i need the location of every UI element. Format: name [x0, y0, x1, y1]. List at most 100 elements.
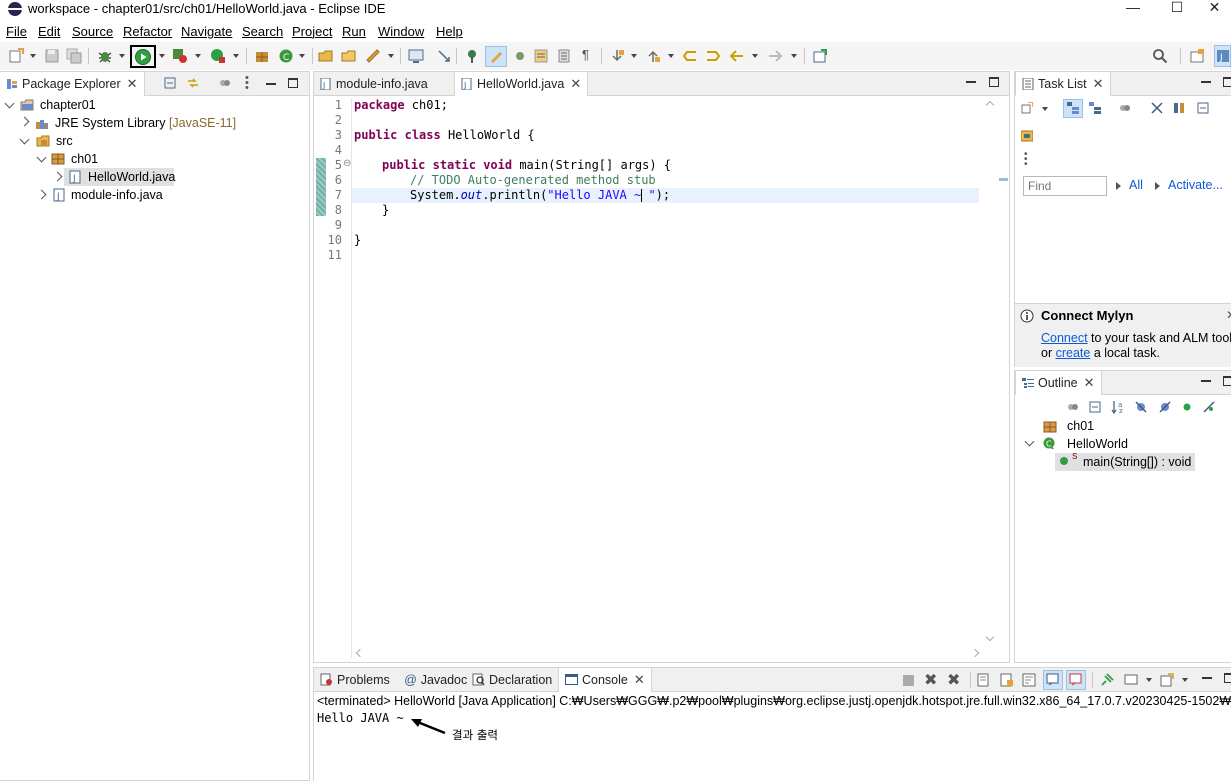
open-console-dropdown-icon[interactable]: [1182, 678, 1188, 682]
chevron-down-icon[interactable]: [36, 152, 47, 163]
hide-completed-icon[interactable]: [1151, 102, 1163, 114]
collapse-all-icon[interactable]: [1197, 102, 1209, 114]
coverage-dropdown-icon[interactable]: [195, 54, 201, 58]
terminal-icon[interactable]: [408, 48, 424, 64]
fold-collapse-icon[interactable]: ⊖: [343, 158, 351, 169]
tree-file-helloworld[interactable]: HelloWorld.java: [88, 168, 175, 186]
tab-console[interactable]: Console ✕: [558, 668, 652, 692]
maximize-view-icon[interactable]: [288, 78, 298, 88]
next-annotation-dropdown-icon[interactable]: [631, 54, 637, 58]
code-line-3[interactable]: public class HelloWorld {: [354, 128, 535, 143]
chevron-right-icon[interactable]: [19, 116, 30, 127]
menu-run[interactable]: Run: [342, 24, 366, 39]
horizontal-scrollbar[interactable]: [352, 646, 984, 660]
tab-problems[interactable]: Problems: [314, 668, 396, 692]
scheduled-icon[interactable]: [1089, 102, 1101, 114]
outline-item-helloworld[interactable]: HelloWorld: [1067, 435, 1128, 453]
collapse-all-icon[interactable]: [1089, 401, 1101, 413]
hide-nonpublic-icon[interactable]: [1181, 401, 1193, 413]
maximize-view-icon[interactable]: [1223, 77, 1231, 87]
remove-launch-icon[interactable]: ✖: [924, 670, 937, 690]
tab-module-info[interactable]: Jmodule-info.java: [314, 72, 434, 96]
coverage-icon[interactable]: [172, 48, 188, 64]
tree-src[interactable]: src: [56, 132, 73, 150]
all-link[interactable]: All: [1129, 178, 1143, 192]
close-tab-icon[interactable]: ✕: [1084, 375, 1095, 390]
tab-javadoc[interactable]: @ Javadoc: [398, 668, 473, 692]
menu-file[interactable]: File: [6, 24, 27, 39]
menu-project[interactable]: Project: [292, 24, 332, 39]
tree-file-module-info[interactable]: module-info.java: [71, 186, 163, 204]
task-find-input[interactable]: [1023, 176, 1107, 196]
collapse-all-icon[interactable]: [164, 77, 176, 89]
chevron-down-icon[interactable]: [4, 98, 15, 109]
display-console-dropdown-icon[interactable]: [1146, 678, 1152, 682]
code-line-1[interactable]: package ch01;: [354, 98, 448, 113]
maximize-view-icon[interactable]: [989, 77, 999, 87]
scroll-down-icon[interactable]: [985, 632, 995, 642]
show-whitespace-icon[interactable]: [533, 48, 549, 64]
remove-all-terminated-icon[interactable]: ✖: [947, 670, 960, 690]
tab-outline[interactable]: Outline ✕: [1015, 371, 1102, 395]
block-selection-icon[interactable]: [512, 48, 528, 64]
forward-dropdown-icon[interactable]: [791, 54, 797, 58]
filters-icon[interactable]: [219, 77, 231, 89]
chevron-right-icon[interactable]: [36, 189, 47, 200]
search-icon[interactable]: [1152, 48, 1168, 64]
scroll-lock-icon[interactable]: [1000, 673, 1014, 687]
outline-item-main[interactable]: main(String[]) : void: [1083, 453, 1191, 471]
word-wrap-icon[interactable]: [1022, 673, 1036, 687]
code-line-5[interactable]: public static void main(String[] args) {: [382, 158, 671, 173]
focus-workweek-icon[interactable]: [1173, 102, 1185, 114]
view-menu-icon[interactable]: • • •: [245, 73, 249, 94]
maximize-view-icon[interactable]: [1224, 673, 1231, 683]
pin-console-icon[interactable]: [1100, 673, 1114, 687]
last-edit-icon[interactable]: [682, 48, 698, 64]
open-console-icon[interactable]: [1160, 673, 1174, 687]
clear-console-icon[interactable]: [977, 673, 991, 687]
save-all-icon[interactable]: [66, 48, 82, 64]
link-with-editor-icon[interactable]: [187, 77, 199, 89]
back-icon[interactable]: [729, 48, 745, 64]
sort-icon[interactable]: az: [1111, 400, 1127, 414]
pilcrow-icon[interactable]: ¶: [582, 47, 589, 62]
toggle-breadcrumb-icon[interactable]: [436, 48, 452, 64]
search-toolbar-icon[interactable]: [365, 48, 381, 64]
new-task-icon[interactable]: [1021, 102, 1033, 114]
minimize-view-icon[interactable]: [1201, 380, 1211, 382]
menu-edit[interactable]: Edit: [38, 24, 60, 39]
menu-window[interactable]: Window: [378, 24, 424, 39]
menu-help[interactable]: Help: [436, 24, 463, 39]
scroll-right-icon[interactable]: [970, 648, 980, 658]
terminate-icon[interactable]: [903, 675, 914, 686]
create-link[interactable]: create: [1056, 346, 1091, 360]
menu-refactor[interactable]: Refactor: [123, 24, 172, 39]
code-line-6[interactable]: // TODO Auto-generated method stub: [410, 173, 656, 188]
tab-declaration[interactable]: Declaration: [466, 668, 558, 692]
close-tab-icon[interactable]: ✕: [570, 76, 581, 91]
toggle-mark-occurrences-icon[interactable]: [464, 48, 480, 64]
vertical-scrollbar[interactable]: [984, 98, 998, 646]
new-java-class-icon[interactable]: C: [278, 48, 294, 64]
activate-link[interactable]: Activate...: [1168, 178, 1223, 192]
toggle-highlight-button[interactable]: [485, 46, 507, 67]
external-tools-dropdown-icon[interactable]: [233, 54, 239, 58]
connect-link[interactable]: Connect: [1041, 331, 1088, 345]
close-icon[interactable]: ✕: [1226, 308, 1231, 322]
maximize-button[interactable]: ☐: [1154, 0, 1200, 20]
code-line-8[interactable]: }: [382, 203, 389, 218]
close-tab-icon[interactable]: ✕: [634, 672, 645, 687]
filters-icon[interactable]: [1067, 401, 1079, 413]
search-dropdown-icon[interactable]: [388, 54, 394, 58]
categorized-button[interactable]: [1063, 99, 1083, 118]
hide-local-types-icon[interactable]: [1203, 401, 1215, 413]
code-line-7[interactable]: System.out.println("Hello JAVA ~ ");: [410, 188, 670, 203]
java-perspective-button[interactable]: J: [1214, 45, 1231, 67]
scroll-up-icon[interactable]: [985, 100, 995, 110]
next-edit-icon[interactable]: [705, 48, 721, 64]
new-file-icon[interactable]: [8, 48, 24, 64]
show-on-stdout-button[interactable]: [1043, 670, 1063, 690]
pin-editor-icon[interactable]: [812, 48, 828, 64]
chevron-right-icon[interactable]: [52, 171, 63, 182]
external-tools-icon[interactable]: [210, 48, 226, 64]
